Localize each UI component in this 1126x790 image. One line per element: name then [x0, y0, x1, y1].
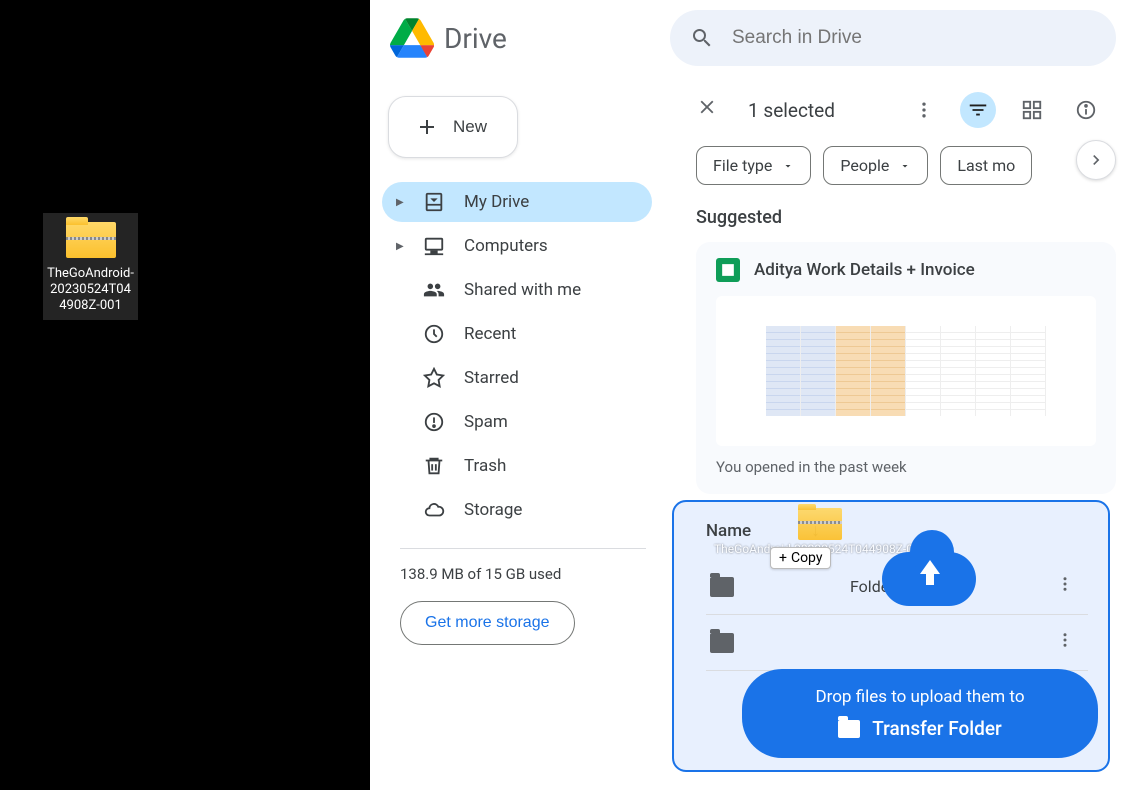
filter-chip-people[interactable]: People	[823, 146, 928, 185]
suggested-heading: Suggested	[674, 207, 1116, 242]
suggested-card-title: Aditya Work Details + Invoice	[754, 260, 975, 280]
grid-view-icon[interactable]	[1014, 92, 1050, 128]
cloud-icon	[422, 498, 446, 522]
suggested-card-header: Aditya Work Details + Invoice	[716, 258, 1096, 282]
main-content: 1 selected File ty	[670, 76, 1126, 790]
close-icon[interactable]	[696, 96, 718, 124]
my-drive-icon	[422, 190, 446, 214]
drive-app: Drive New ▶	[370, 0, 1126, 790]
star-icon	[422, 366, 446, 390]
expand-icon[interactable]: ▶	[396, 241, 404, 252]
drop-banner-text: Drop files to upload them to	[770, 687, 1070, 707]
folder-icon	[710, 577, 734, 597]
sidebar-item-label: Trash	[464, 456, 506, 476]
get-more-storage-button[interactable]: Get more storage	[400, 601, 575, 645]
divider	[400, 548, 646, 549]
scroll-right-button[interactable]	[1076, 140, 1116, 180]
recent-icon	[422, 322, 446, 346]
trash-icon	[422, 454, 446, 478]
selection-toolbar: 1 selected	[674, 86, 1116, 146]
drop-target-folder: Transfer Folder	[872, 717, 1002, 740]
sidebar-item-trash[interactable]: Trash	[382, 446, 652, 486]
filter-chips: File type People Last mo	[674, 146, 1116, 207]
desktop-file[interactable]: TheGoAndroid-20230524T044908Z-001	[43, 213, 138, 320]
desktop-file-label: TheGoAndroid-20230524T044908Z-001	[43, 266, 138, 314]
sidebar-item-label: Recent	[464, 324, 516, 344]
more-options-icon[interactable]	[906, 92, 942, 128]
sidebar-nav: ▶ My Drive ▶ Computers	[382, 182, 652, 530]
filter-icon[interactable]	[960, 92, 996, 128]
selection-count: 1 selected	[748, 99, 835, 122]
sidebar-item-computers[interactable]: ▶ Computers	[382, 226, 652, 266]
sidebar: New ▶ My Drive ▶ C	[370, 76, 670, 790]
filter-chip-last-modified[interactable]: Last mo	[940, 146, 1032, 185]
sidebar-item-label: Shared with me	[464, 280, 581, 300]
table-row[interactable]	[706, 615, 1088, 671]
chip-label: Last mo	[957, 156, 1015, 175]
search-bar[interactable]	[670, 10, 1116, 66]
sidebar-item-shared-with-me[interactable]: Shared with me	[382, 270, 652, 310]
desktop-area: TheGoAndroid-20230524T044908Z-001	[0, 0, 370, 790]
app-title: Drive	[444, 22, 507, 55]
zip-archive-icon	[66, 222, 116, 262]
google-drive-icon	[390, 18, 434, 58]
expand-icon[interactable]: ▶	[396, 197, 404, 208]
filter-chip-file-type[interactable]: File type	[696, 146, 811, 185]
new-button[interactable]: New	[388, 96, 518, 158]
suggested-card-subtitle: You opened in the past week	[716, 458, 1096, 476]
folder-icon	[710, 633, 734, 653]
dropzone[interactable]: Name ↓ TheGoAndroid-20230524T044908Z-001…	[672, 500, 1110, 772]
info-icon[interactable]	[1068, 92, 1104, 128]
sidebar-item-label: Starred	[464, 368, 519, 388]
header: Drive	[370, 0, 1126, 76]
new-button-label: New	[453, 117, 487, 137]
sidebar-item-label: Computers	[464, 236, 548, 256]
zip-archive-icon	[798, 508, 842, 540]
computers-icon	[422, 234, 446, 258]
suggested-card[interactable]: Aditya Work Details + Invoice	[696, 242, 1116, 494]
sidebar-item-my-drive[interactable]: ▶ My Drive	[382, 182, 652, 222]
sidebar-item-storage[interactable]: Storage	[382, 490, 652, 530]
sidebar-item-label: My Drive	[464, 192, 529, 212]
plus-icon	[415, 115, 439, 139]
chevron-right-icon	[1086, 150, 1106, 170]
row-more-icon[interactable]	[1046, 627, 1084, 658]
google-sheets-icon	[716, 258, 740, 282]
shared-icon	[422, 278, 446, 302]
logo-area[interactable]: Drive	[390, 18, 650, 58]
suggested-preview	[716, 296, 1096, 446]
sidebar-item-label: Spam	[464, 412, 508, 432]
chip-label: People	[840, 156, 889, 175]
spam-icon	[422, 410, 446, 434]
sidebar-item-starred[interactable]: Starred	[382, 358, 652, 398]
chevron-down-icon	[899, 160, 911, 172]
search-input[interactable]	[732, 27, 1096, 49]
upload-cloud-icon	[882, 542, 976, 604]
chip-label: File type	[713, 156, 772, 175]
sidebar-item-label: Storage	[464, 500, 522, 520]
sidebar-item-recent[interactable]: Recent	[382, 314, 652, 354]
drop-banner: Drop files to upload them to Transfer Fo…	[742, 669, 1098, 758]
search-icon	[690, 26, 714, 50]
row-more-icon[interactable]	[1046, 571, 1084, 602]
chevron-down-icon	[782, 160, 794, 172]
storage-usage-text: 138.9 MB of 15 GB used	[400, 565, 652, 583]
sidebar-item-spam[interactable]: Spam	[382, 402, 652, 442]
folder-icon	[838, 720, 860, 738]
